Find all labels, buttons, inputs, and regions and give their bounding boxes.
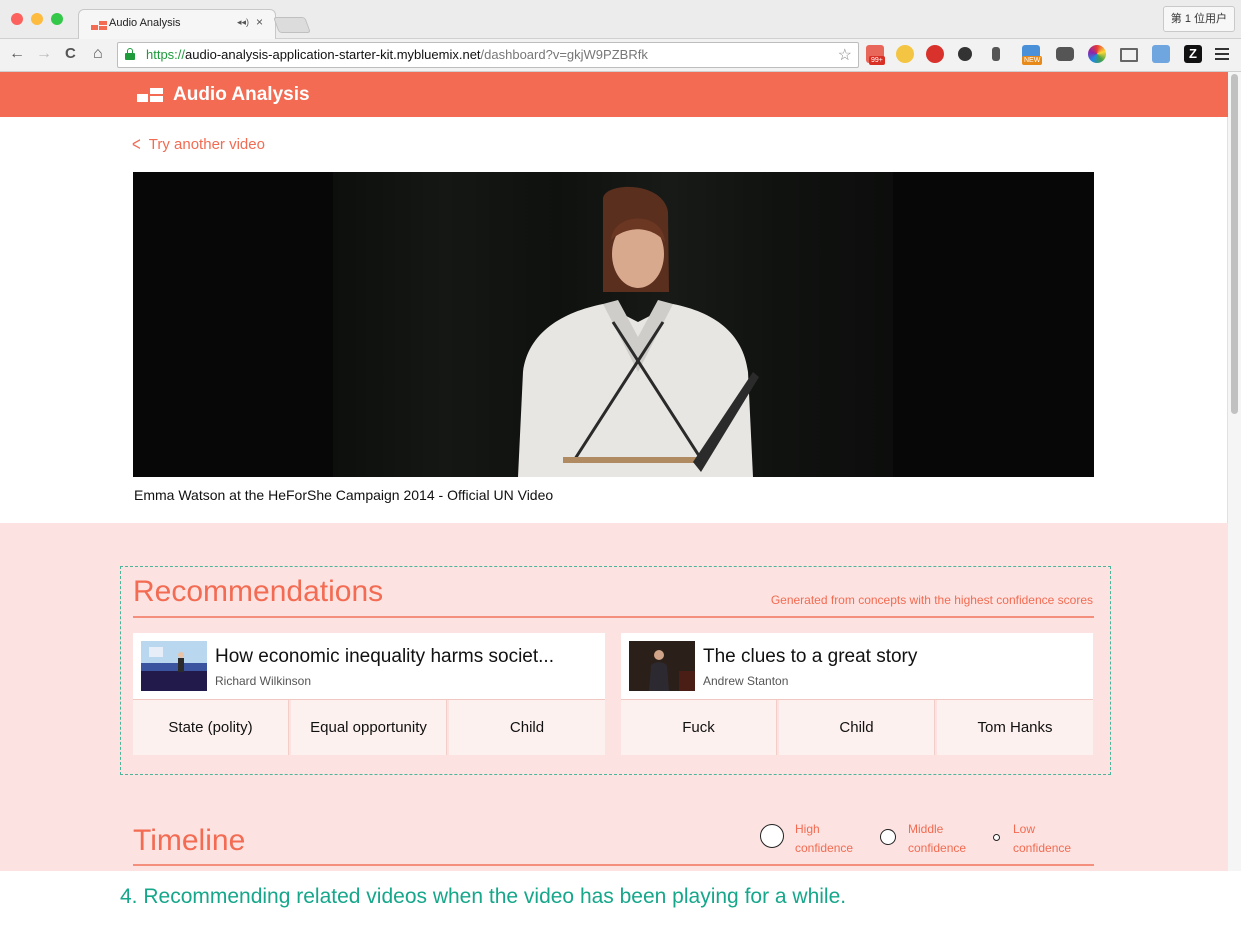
browser-menu-icon[interactable]	[1215, 48, 1229, 60]
extension-z-icon[interactable]: Z	[1184, 45, 1202, 63]
legend-low-confidence: Low confidence	[1013, 822, 1072, 855]
try-another-video-link[interactable]: < Try another video	[132, 133, 265, 156]
recommendation-author: Andrew Stanton	[703, 674, 789, 688]
video-player[interactable]	[133, 172, 1094, 477]
recommendations-heading: Recommendations	[133, 575, 384, 608]
browser-tab-bar: Audio Analysis ◂◂) × 第 1 位用户	[0, 0, 1241, 39]
back-link-label: Try another video	[148, 136, 265, 153]
recommendation-author: Richard Wilkinson	[215, 674, 312, 688]
bookmark-star-icon[interactable]: ☆	[838, 45, 852, 65]
app-favicon-icon	[91, 21, 107, 30]
extension-new-icon[interactable]: NEW	[1022, 45, 1043, 65]
extension-color-icon[interactable]	[1088, 45, 1106, 63]
middle-confidence-circle-icon	[880, 829, 896, 845]
extension-device-icon[interactable]	[992, 47, 1000, 61]
recommendations-subtitle: Generated from concepts with the highest…	[770, 593, 1093, 607]
recommendations-divider	[133, 616, 1094, 618]
concept-tag[interactable]: Fuck	[621, 700, 777, 755]
legend-high-confidence: High confidence	[795, 822, 854, 855]
concept-tag[interactable]: Child	[779, 700, 935, 755]
lock-icon	[125, 48, 135, 60]
footnote-caption: 4. Recommending related videos when the …	[120, 885, 847, 908]
url-text: https://audio-analysis-application-start…	[146, 47, 648, 62]
extension-check-icon[interactable]	[896, 45, 914, 63]
concept-tag[interactable]: Equal opportunity	[291, 700, 447, 755]
home-icon[interactable]: ⌂	[93, 44, 103, 64]
recommendation-card-header[interactable]: How economic inequality harms societ... …	[133, 633, 605, 700]
new-tab-button[interactable]	[273, 17, 311, 33]
recommendation-card[interactable]: The clues to a great story Andrew Stanto…	[621, 633, 1093, 755]
speaker-icon[interactable]: ◂◂)	[237, 17, 249, 28]
profile-button[interactable]: 第 1 位用户	[1162, 6, 1235, 32]
app-header: Audio Analysis	[0, 72, 1228, 117]
high-confidence-circle-icon	[760, 824, 784, 848]
timeline-divider	[133, 864, 1094, 866]
extension-gear-icon[interactable]	[958, 47, 972, 61]
scrollbar-thumb[interactable]	[1231, 74, 1238, 414]
video-thumbnail[interactable]	[629, 641, 695, 691]
timeline-heading: Timeline	[133, 824, 246, 857]
recommendation-card[interactable]: How economic inequality harms societ... …	[133, 633, 605, 755]
cast-icon[interactable]	[1120, 48, 1138, 62]
browser-toolbar: ← → C ⌂ https://audio-analysis-applicati…	[0, 39, 1241, 72]
extension-pocket-icon[interactable]	[1056, 47, 1074, 61]
chevron-left-icon: <	[132, 133, 141, 156]
app-title: Audio Analysis	[173, 84, 310, 105]
window-close-button[interactable]	[11, 13, 23, 25]
low-confidence-circle-icon	[993, 834, 1000, 841]
concept-tag[interactable]: Child	[449, 700, 605, 755]
extension-rss-icon[interactable]: 99+	[866, 45, 885, 65]
video-thumbnail[interactable]	[141, 641, 207, 691]
window-minimize-button[interactable]	[31, 13, 43, 25]
back-arrow-icon[interactable]: ←	[9, 44, 25, 64]
recommendation-title[interactable]: How economic inequality harms societ...	[215, 646, 554, 668]
address-bar[interactable]: https://audio-analysis-application-start…	[117, 42, 859, 68]
recommendation-card-header[interactable]: The clues to a great story Andrew Stanto…	[621, 633, 1093, 700]
page-scrollbar[interactable]	[1227, 72, 1241, 871]
video-caption: Emma Watson at the HeForShe Campaign 201…	[134, 487, 554, 503]
browser-tab[interactable]: Audio Analysis ◂◂) ×	[78, 9, 276, 39]
recommendation-title[interactable]: The clues to a great story	[703, 646, 917, 668]
legend-middle-confidence: Middle confidence	[908, 822, 967, 855]
concept-tag[interactable]: State (polity)	[133, 700, 289, 755]
forward-arrow-icon[interactable]: →	[36, 44, 52, 64]
window-zoom-button[interactable]	[51, 13, 63, 25]
app-logo-icon	[137, 88, 163, 102]
reload-icon[interactable]: C	[65, 44, 76, 64]
tab-title: Audio Analysis	[109, 17, 181, 29]
extension-window-icon[interactable]	[1152, 45, 1170, 63]
tab-close-icon[interactable]: ×	[256, 15, 263, 29]
concept-tag[interactable]: Tom Hanks	[937, 700, 1093, 755]
extension-opera-icon[interactable]	[926, 45, 944, 63]
video-frame-speaker	[518, 186, 759, 477]
